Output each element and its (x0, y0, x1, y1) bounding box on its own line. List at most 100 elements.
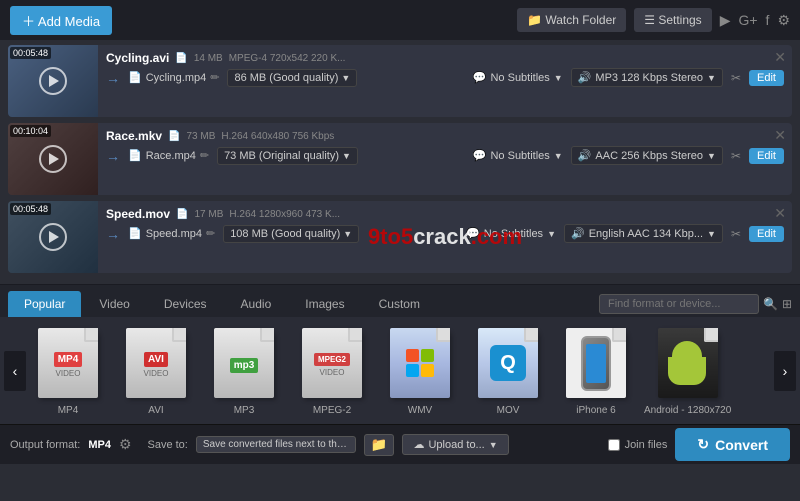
quality-dropdown-2[interactable]: ▼ (342, 151, 351, 161)
list-item[interactable]: WMV (380, 325, 460, 416)
watch-folder-button[interactable]: 📁 Watch Folder (517, 8, 626, 32)
table-row: 00:05:48 Cycling.avi 📄 14 MB MPEG-4 720x… (8, 45, 792, 117)
list-item[interactable]: mp3 MP3 (204, 325, 284, 416)
close-item-3[interactable]: ✕ (774, 205, 786, 222)
quality-dropdown-1[interactable]: ▼ (341, 73, 350, 83)
list-item[interactable]: Android - 1280x720 (644, 325, 731, 416)
settings-button[interactable]: ☰ Settings (634, 8, 711, 32)
play-triangle-2 (49, 153, 59, 165)
format-doc-avi: AVI VIDEO (126, 328, 186, 398)
format-icon-mp3: mp3 (206, 325, 282, 401)
source-size-3: 17 MB (194, 209, 223, 220)
list-item[interactable]: MOV (468, 325, 548, 416)
output-quality-3[interactable]: 108 MB (Good quality) ▼ (223, 225, 359, 243)
subtitle-dropdown-2[interactable]: ▼ (554, 151, 563, 161)
output-format-label: Output format: (10, 439, 80, 451)
search-icon[interactable]: 🔍 (763, 297, 778, 311)
upload-button[interactable]: ☁ Upload to... ▼ (402, 434, 508, 455)
audio-text-1: MP3 128 Kbps Stereo (595, 72, 703, 84)
edit-button-2[interactable]: Edit (749, 148, 784, 164)
next-format-button[interactable]: › (774, 351, 796, 391)
tab-popular[interactable]: Popular (8, 291, 81, 317)
iphone-image (581, 336, 611, 391)
upload-icon: ☁ (413, 438, 424, 451)
convert-button[interactable]: ↻ Convert (675, 428, 790, 461)
format-search-container: 🔍 ⊞ (599, 294, 792, 314)
tab-images[interactable]: Images (289, 291, 360, 317)
tab-custom[interactable]: Custom (363, 291, 436, 317)
googleplus-icon[interactable]: G+ (738, 12, 757, 29)
browse-folder-button[interactable]: 📁 (364, 434, 395, 456)
audio-format-3[interactable]: 🔊 English AAC 134 Kbp... ▼ (564, 224, 723, 243)
source-size-2: 73 MB (187, 131, 216, 142)
quality-dropdown-3[interactable]: ▼ (343, 229, 352, 239)
upload-dropdown-arrow[interactable]: ▼ (489, 440, 498, 450)
close-item-2[interactable]: ✕ (774, 127, 786, 144)
format-section: Popular Video Devices Audio Images Custo… (0, 284, 800, 424)
format-label-wmv: WMV (408, 405, 432, 416)
list-item[interactable]: iPhone 6 (556, 325, 636, 416)
close-item-1[interactable]: ✕ (774, 49, 786, 66)
play-button-1[interactable] (39, 67, 67, 95)
convert-icon: ↻ (697, 436, 709, 453)
output-filename-3: Speed.mp4 (146, 228, 202, 240)
edit-filename-icon-3[interactable]: ✏ (206, 227, 215, 240)
trim-icon-1[interactable]: ✂ (731, 71, 741, 85)
output-quality-2[interactable]: 73 MB (Original quality) ▼ (217, 147, 358, 165)
subtitle-dropdown-1[interactable]: ▼ (554, 73, 563, 83)
format-search-input[interactable] (599, 294, 759, 314)
format-icon-iphone (558, 325, 634, 401)
output-file-icon-3: 📄 (128, 227, 142, 240)
trim-icon-3[interactable]: ✂ (731, 227, 741, 241)
prev-format-button[interactable]: ‹ (4, 351, 26, 391)
youtube-icon[interactable]: ▶ (720, 12, 731, 29)
join-files-checkbox[interactable] (608, 439, 620, 451)
audio-format-2[interactable]: 🔊 AAC 256 Kbps Stereo ▼ (571, 146, 723, 165)
list-item[interactable]: MPEG2 VIDEO MPEG-2 (292, 325, 372, 416)
subtitle-text-1: No Subtitles (490, 72, 549, 84)
source-filename-3: Speed.mov (106, 207, 170, 221)
edit-filename-icon-1[interactable]: ✏ (210, 71, 219, 84)
tab-audio[interactable]: Audio (225, 291, 288, 317)
format-icon-avi: AVI VIDEO (118, 325, 194, 401)
tab-devices[interactable]: Devices (148, 291, 223, 317)
gear-icon[interactable]: ⚙ (777, 12, 790, 29)
audio-dropdown-1[interactable]: ▼ (707, 73, 716, 83)
play-button-3[interactable] (39, 223, 67, 251)
android-body (668, 357, 706, 385)
file-icon-2: 📄 (168, 131, 180, 142)
subtitle-selector-3[interactable]: 💬 No Subtitles ▼ (466, 227, 556, 240)
codec-info-3: H.264 1280x960 473 K... (229, 209, 340, 220)
audio-icon-3: 🔊 (571, 227, 585, 240)
codec-info-2: H.264 640x480 756 Kbps (221, 131, 334, 142)
subtitle-icon-2: 💬 (473, 149, 487, 162)
play-button-2[interactable] (39, 145, 67, 173)
audio-dropdown-2[interactable]: ▼ (707, 151, 716, 161)
edit-button-1[interactable]: Edit (749, 70, 784, 86)
output-file-icon-1: 📄 (128, 71, 142, 84)
format-doc-mp4: MP4 VIDEO (38, 328, 98, 398)
list-item[interactable]: AVI VIDEO AVI (116, 325, 196, 416)
subtitle-selector-1[interactable]: 💬 No Subtitles ▼ (473, 71, 563, 84)
filter-icon[interactable]: ⊞ (782, 297, 792, 311)
trim-icon-2[interactable]: ✂ (731, 149, 741, 163)
format-icon-wmv (382, 325, 458, 401)
subtitle-selector-2[interactable]: 💬 No Subtitles ▼ (473, 149, 563, 162)
audio-format-1[interactable]: 🔊 MP3 128 Kbps Stereo ▼ (571, 68, 723, 87)
format-doc-wmv (390, 328, 450, 398)
list-item[interactable]: MP4 VIDEO MP4 (28, 325, 108, 416)
edit-button-3[interactable]: Edit (749, 226, 784, 242)
add-media-button[interactable]: ＋ Add Media (10, 6, 112, 35)
edit-filename-icon-2[interactable]: ✏ (200, 149, 209, 162)
table-row: 00:10:04 Race.mkv 📄 73 MB H.264 640x480 … (8, 123, 792, 195)
tab-video[interactable]: Video (83, 291, 145, 317)
format-doc-iphone (566, 328, 626, 398)
subtitle-dropdown-3[interactable]: ▼ (547, 229, 556, 239)
audio-text-2: AAC 256 Kbps Stereo (595, 150, 703, 162)
facebook-icon[interactable]: f (766, 12, 770, 29)
output-settings-button[interactable]: ⚙ (119, 436, 132, 453)
audio-dropdown-3[interactable]: ▼ (707, 229, 716, 239)
output-quality-1[interactable]: 86 MB (Good quality) ▼ (227, 69, 357, 87)
format-doc-mp3: mp3 (214, 328, 274, 398)
bottom-bar: Output format: MP4 ⚙ Save to: Save conve… (0, 424, 800, 464)
